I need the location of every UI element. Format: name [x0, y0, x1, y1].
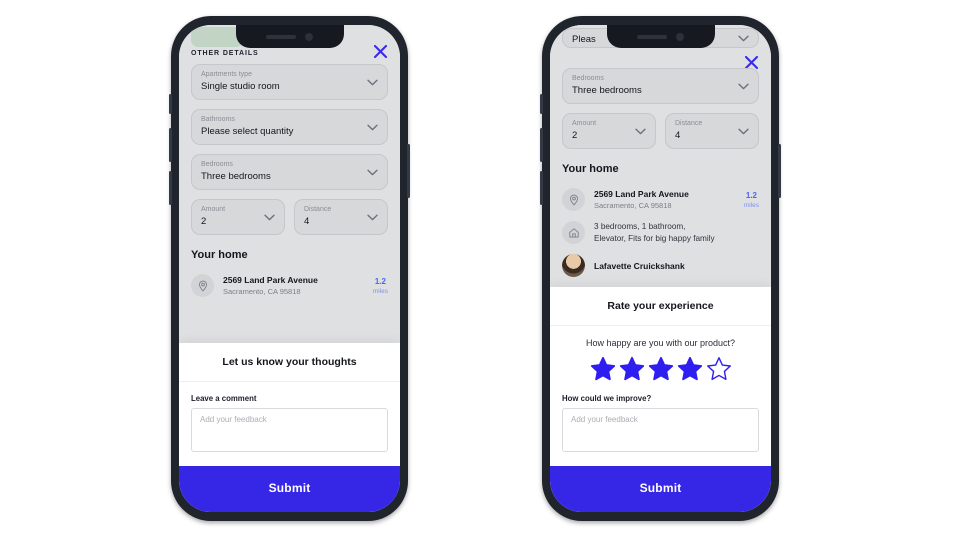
person-name: Lafavette Cruickshank: [594, 260, 685, 271]
feedback-card-left: Let us know your thoughts Leave a commen…: [179, 343, 400, 466]
select-bathrooms[interactable]: Bathrooms Please select quantity: [191, 109, 388, 145]
address-line-2: Sacramento, CA 95818: [223, 287, 301, 296]
select-distance[interactable]: Distance 4: [665, 113, 759, 149]
avatar: [562, 254, 585, 277]
field-value: Three bedrooms: [572, 85, 642, 96]
phone-notch-left: [235, 25, 344, 48]
field-label: Bathrooms: [201, 116, 235, 123]
phone-screen-right: Pleas Bedrooms Three bedrooms Amount 2 D…: [550, 25, 771, 512]
phone-mockup-right: Pleas Bedrooms Three bedrooms Amount 2 D…: [540, 16, 781, 521]
chevron-down-icon: [738, 29, 749, 47]
distance-value: 1.2: [374, 276, 386, 286]
select-distance[interactable]: Distance 4: [294, 199, 388, 235]
submit-button-right[interactable]: Submit: [550, 466, 771, 512]
comment-label: Leave a comment: [191, 394, 257, 403]
chevron-down-icon: [264, 208, 275, 226]
address-line-1: 2569 Land Park Avenue: [594, 189, 689, 199]
distance-badge: 1.2 miles: [373, 276, 388, 296]
phone-notch-right: [606, 25, 715, 48]
chevron-down-icon: [367, 73, 378, 91]
card-heading: Rate your experience: [550, 287, 771, 326]
distance-badge: 1.2 miles: [744, 190, 759, 210]
list-item-person[interactable]: Lafavette Cruickshank: [562, 249, 759, 282]
card-body: How happy are you with our product? How …: [550, 326, 771, 466]
earpiece-speaker-icon: [637, 34, 667, 39]
scroll-area-left[interactable]: OTHER DETAILS Apartments type Single stu…: [179, 25, 400, 343]
select-amount[interactable]: Amount 2: [562, 113, 656, 149]
address-text: 2569 Land Park Avenue Sacramento, CA 958…: [594, 188, 735, 211]
distance-value: 1.2: [745, 190, 757, 200]
star-filled-icon[interactable]: [619, 356, 645, 381]
star-rating[interactable]: [562, 356, 759, 381]
earpiece-speaker-icon: [266, 34, 296, 39]
select-amount[interactable]: Amount 2: [191, 199, 285, 235]
field-value: Single studio room: [201, 81, 280, 92]
address-line-2: Sacramento, CA 95818: [594, 201, 672, 210]
chevron-down-icon: [635, 122, 646, 140]
star-filled-icon[interactable]: [677, 356, 703, 381]
select-bedrooms[interactable]: Bedrooms Three bedrooms: [562, 68, 759, 104]
select-apartments-type[interactable]: Apartments type Single studio room: [191, 64, 388, 100]
phone-volume-down-button-right[interactable]: [540, 171, 543, 205]
front-camera-icon: [305, 32, 313, 41]
canvas: OTHER DETAILS Apartments type Single stu…: [0, 0, 960, 540]
star-filled-icon[interactable]: [648, 356, 674, 381]
rating-question: How happy are you with our product?: [585, 338, 736, 348]
list-item-address[interactable]: 2569 Land Park Avenue Sacramento, CA 958…: [562, 183, 759, 216]
screen-content-left: OTHER DETAILS Apartments type Single stu…: [179, 25, 400, 512]
map-pin-icon: [191, 274, 214, 297]
section-title-your-home: Your home: [191, 249, 248, 261]
distance-unit: miles: [743, 201, 759, 209]
sheet-header-right: [562, 55, 759, 70]
phone-screen-left: OTHER DETAILS Apartments type Single stu…: [179, 25, 400, 512]
card-body: Leave a comment Add your feedback: [179, 382, 400, 466]
map-pin-icon: [562, 188, 585, 211]
card-heading: Let us know your thoughts: [179, 343, 400, 382]
address-line-1: 2569 Land Park Avenue: [223, 275, 318, 285]
phone-volume-up-button-right[interactable]: [540, 128, 543, 162]
address-text: 2569 Land Park Avenue Sacramento, CA 958…: [223, 274, 364, 297]
chevron-down-icon: [367, 163, 378, 181]
star-outline-icon[interactable]: [706, 356, 732, 381]
scroll-area-right[interactable]: Pleas Bedrooms Three bedrooms Amount 2 D…: [550, 25, 771, 287]
distance-unit: miles: [372, 287, 388, 295]
phone-volume-up-button-left[interactable]: [169, 128, 172, 162]
phone-volume-down-button-left[interactable]: [169, 171, 172, 205]
phone-mute-switch-left[interactable]: [169, 94, 172, 114]
star-filled-icon[interactable]: [590, 356, 616, 381]
list-item-address[interactable]: 2569 Land Park Avenue Sacramento, CA 958…: [191, 269, 388, 302]
list-item-home-details[interactable]: 3 bedrooms, 1 bathroom, Elevator, Fits f…: [562, 216, 759, 249]
phone-mockup-left: OTHER DETAILS Apartments type Single stu…: [169, 16, 410, 521]
chevron-down-icon: [367, 208, 378, 226]
field-row-amount-distance: Amount 2 Distance 4: [562, 113, 759, 149]
phone-mute-switch-right[interactable]: [540, 94, 543, 114]
submit-button-left[interactable]: Submit: [179, 466, 400, 512]
home-details-text: 3 bedrooms, 1 bathroom, Elevator, Fits f…: [594, 221, 759, 244]
home-details-line-1: 3 bedrooms, 1 bathroom,: [594, 222, 686, 231]
comment-input[interactable]: Add your feedback: [191, 408, 388, 452]
improve-input[interactable]: Add your feedback: [562, 408, 759, 452]
field-label: Bedrooms: [201, 161, 233, 168]
person-text: Lafavette Cruickshank: [594, 260, 759, 272]
phone-power-button-left[interactable]: [407, 144, 410, 198]
sheet-title: OTHER DETAILS: [191, 50, 259, 57]
home-details-line-2: Elevator, Fits for big happy family: [594, 233, 715, 243]
rating-card-right: Rate your experience How happy are you w…: [550, 287, 771, 466]
close-x-icon[interactable]: [372, 43, 389, 60]
field-value: Three bedrooms: [201, 171, 271, 182]
screen-content-right: Pleas Bedrooms Three bedrooms Amount 2 D…: [550, 25, 771, 512]
chevron-down-icon: [738, 122, 749, 140]
field-label: Bedrooms: [572, 75, 604, 82]
chevron-down-icon: [738, 77, 749, 95]
section-title-your-home: Your home: [562, 163, 619, 175]
home-icon: [562, 221, 585, 244]
front-camera-icon: [676, 32, 684, 41]
phone-power-button-right[interactable]: [778, 144, 781, 198]
select-bedrooms[interactable]: Bedrooms Three bedrooms: [191, 154, 388, 190]
improve-label: How could we improve?: [562, 394, 652, 403]
chevron-down-icon: [367, 118, 378, 136]
field-value: Please select quantity: [201, 126, 294, 137]
field-row-amount-distance: Amount 2 Distance 4: [191, 199, 388, 235]
field-label: Apartments type: [201, 71, 252, 78]
